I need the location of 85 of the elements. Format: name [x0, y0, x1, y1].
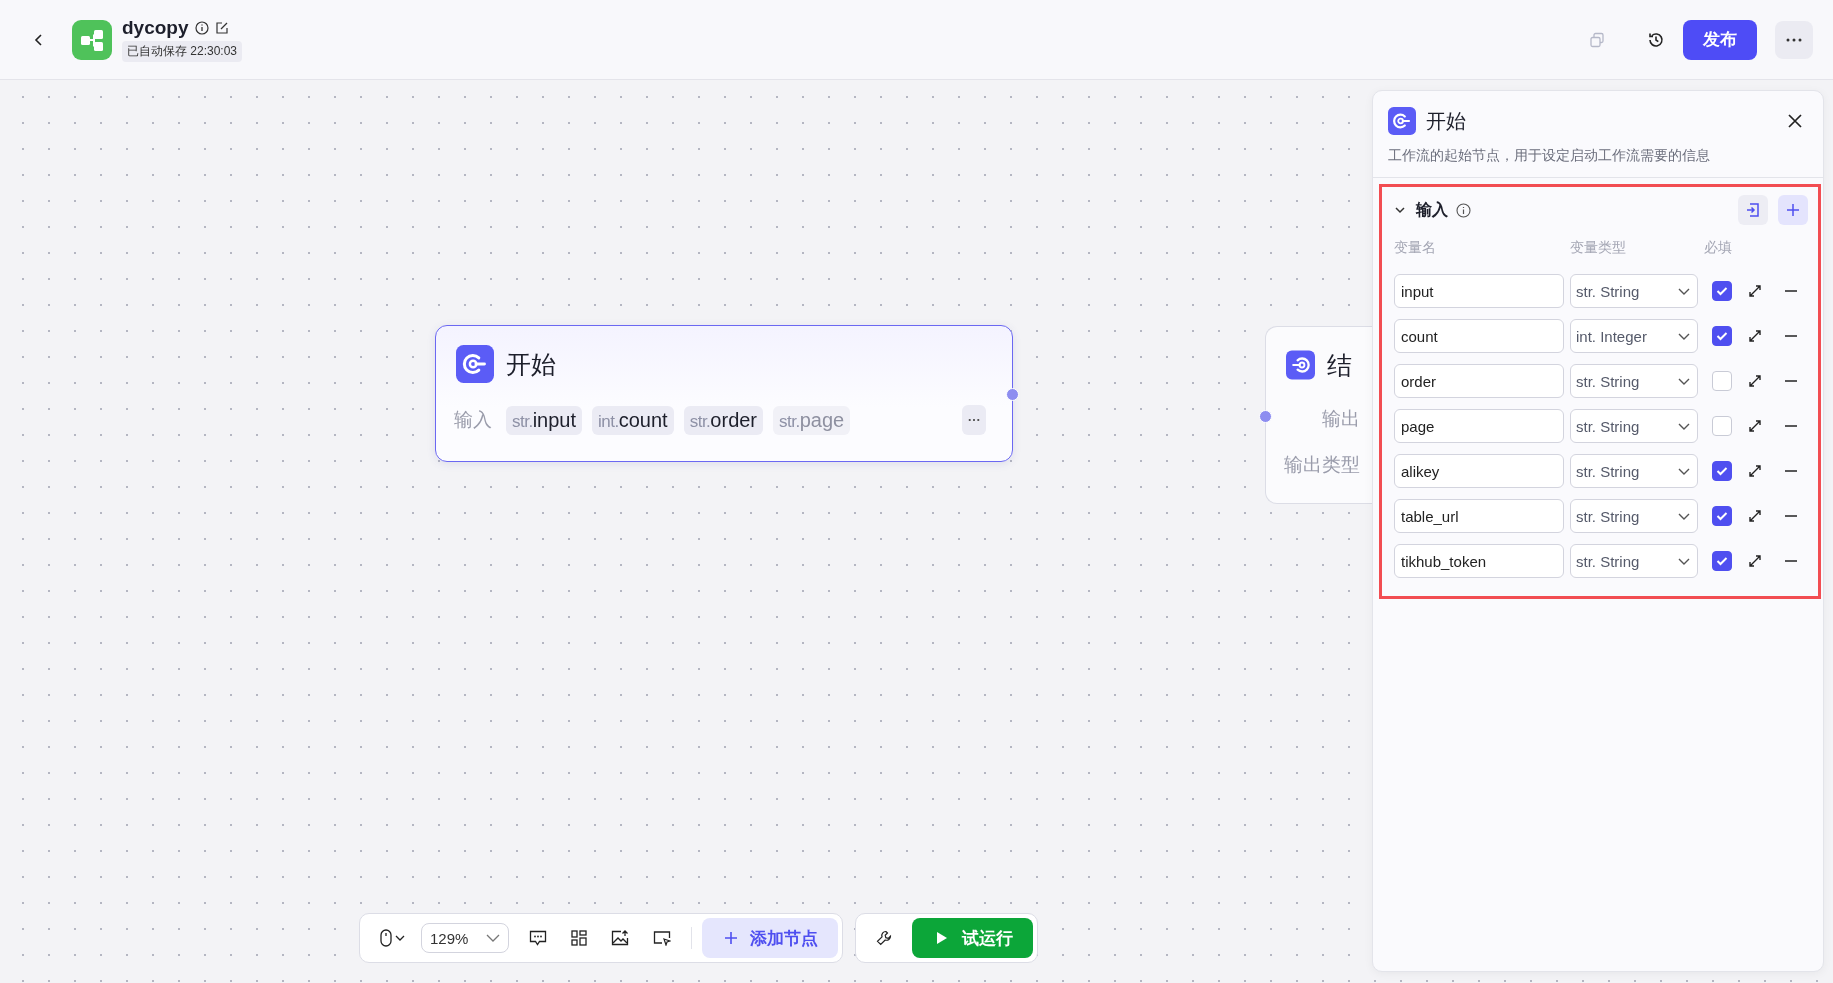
variable-name-field[interactable]: count [1394, 319, 1564, 353]
expand-icon [1748, 284, 1762, 298]
panel-title: 开始 [1426, 108, 1467, 134]
wrench-icon [876, 930, 892, 946]
type-select[interactable]: int. Integer [1570, 319, 1698, 353]
panel-node-icon [1388, 107, 1416, 135]
add-node-button[interactable]: 添加节点 [702, 918, 838, 958]
info-icon[interactable] [194, 21, 209, 35]
plus-icon [724, 931, 738, 945]
panel-description: 工作流的起始节点，用于设定启动工作流需要的信息 [1373, 135, 1823, 178]
workflow-title: dycopy [122, 17, 189, 39]
check-icon [1716, 511, 1728, 521]
minus-icon [1784, 559, 1798, 563]
expand-icon [1748, 464, 1762, 478]
caret-icon [395, 934, 405, 942]
minus-icon [1784, 379, 1798, 383]
info-icon[interactable] [1456, 202, 1471, 218]
variable-name-field[interactable]: input [1394, 274, 1564, 308]
input-label: 输入 [454, 408, 492, 432]
expand-icon [1748, 329, 1762, 343]
play-icon [936, 931, 948, 945]
more-icon [968, 418, 980, 422]
autosave-badge: 已自动保存 22:30:03 [122, 41, 243, 62]
required-checkbox[interactable] [1712, 506, 1732, 526]
variable-name-field[interactable]: order [1394, 364, 1564, 398]
zoom-select[interactable]: 129% [421, 923, 509, 953]
type-select[interactable]: str. String [1570, 454, 1698, 488]
output-label: 输出 [1321, 407, 1360, 431]
image-icon [611, 930, 629, 946]
check-icon [1716, 331, 1728, 341]
type-select[interactable]: str. String [1570, 409, 1698, 443]
expand-icon [1748, 419, 1762, 433]
history-icon [1647, 30, 1665, 49]
start-node-icon [456, 345, 494, 383]
variable-name-field[interactable]: alikey [1394, 454, 1564, 488]
variable-name-field[interactable]: tikhub_token [1394, 544, 1564, 578]
grid-icon [571, 930, 587, 946]
minus-icon [1784, 469, 1798, 473]
type-select[interactable]: str. String [1570, 499, 1698, 533]
more-icon [1786, 37, 1802, 42]
comment-icon [529, 929, 547, 947]
column-header: 必填 [1704, 239, 1733, 257]
param-tag: str.page [773, 405, 851, 435]
type-select[interactable]: str. String [1570, 274, 1698, 308]
column-header: 变量类型 [1570, 239, 1627, 257]
expand-icon [1748, 554, 1762, 568]
edit-icon[interactable] [214, 21, 229, 35]
add-variable-button[interactable] [1778, 195, 1808, 225]
variable-name-field[interactable]: table_url [1394, 499, 1564, 533]
close-icon [1787, 113, 1803, 129]
screen-icon [653, 930, 671, 946]
required-checkbox[interactable] [1712, 281, 1732, 301]
column-header: 变量名 [1394, 239, 1437, 257]
check-icon [1716, 556, 1728, 566]
plus-icon [1786, 203, 1800, 217]
node-title: 结 [1327, 349, 1352, 381]
output-label: 输出类型 [1283, 453, 1360, 477]
section-title: 输入 [1416, 199, 1448, 220]
node-title: 开始 [506, 348, 556, 380]
minus-icon [1784, 334, 1798, 338]
required-checkbox[interactable] [1712, 461, 1732, 481]
minus-icon [1784, 424, 1798, 428]
minus-icon [1784, 289, 1798, 293]
minus-icon [1784, 514, 1798, 518]
param-tag: int.count [592, 405, 674, 435]
variable-name-field[interactable]: page [1394, 409, 1564, 443]
check-icon [1716, 286, 1728, 296]
mouse-icon [380, 929, 392, 947]
app-logo-icon [72, 19, 112, 60]
type-select[interactable]: str. String [1570, 544, 1698, 578]
expand-icon [1748, 374, 1762, 388]
param-tag: str.order [683, 405, 764, 435]
publish-button[interactable]: 发布 [1683, 19, 1757, 60]
param-tag: str.input [506, 405, 583, 435]
required-checkbox[interactable] [1712, 551, 1732, 571]
import-icon [1745, 202, 1761, 218]
start-node[interactable]: 开始 输入 str.input int.count str.order str.page [435, 325, 1013, 462]
type-select[interactable]: str. String [1570, 364, 1698, 398]
check-icon [1716, 466, 1728, 476]
expand-icon [1748, 509, 1762, 523]
copy-icon [1589, 31, 1605, 48]
import-button[interactable] [1738, 195, 1768, 225]
end-node[interactable]: 结 输出 输出类型 [1265, 326, 1372, 504]
chevron-down-icon [486, 933, 500, 943]
required-checkbox[interactable] [1712, 326, 1732, 346]
